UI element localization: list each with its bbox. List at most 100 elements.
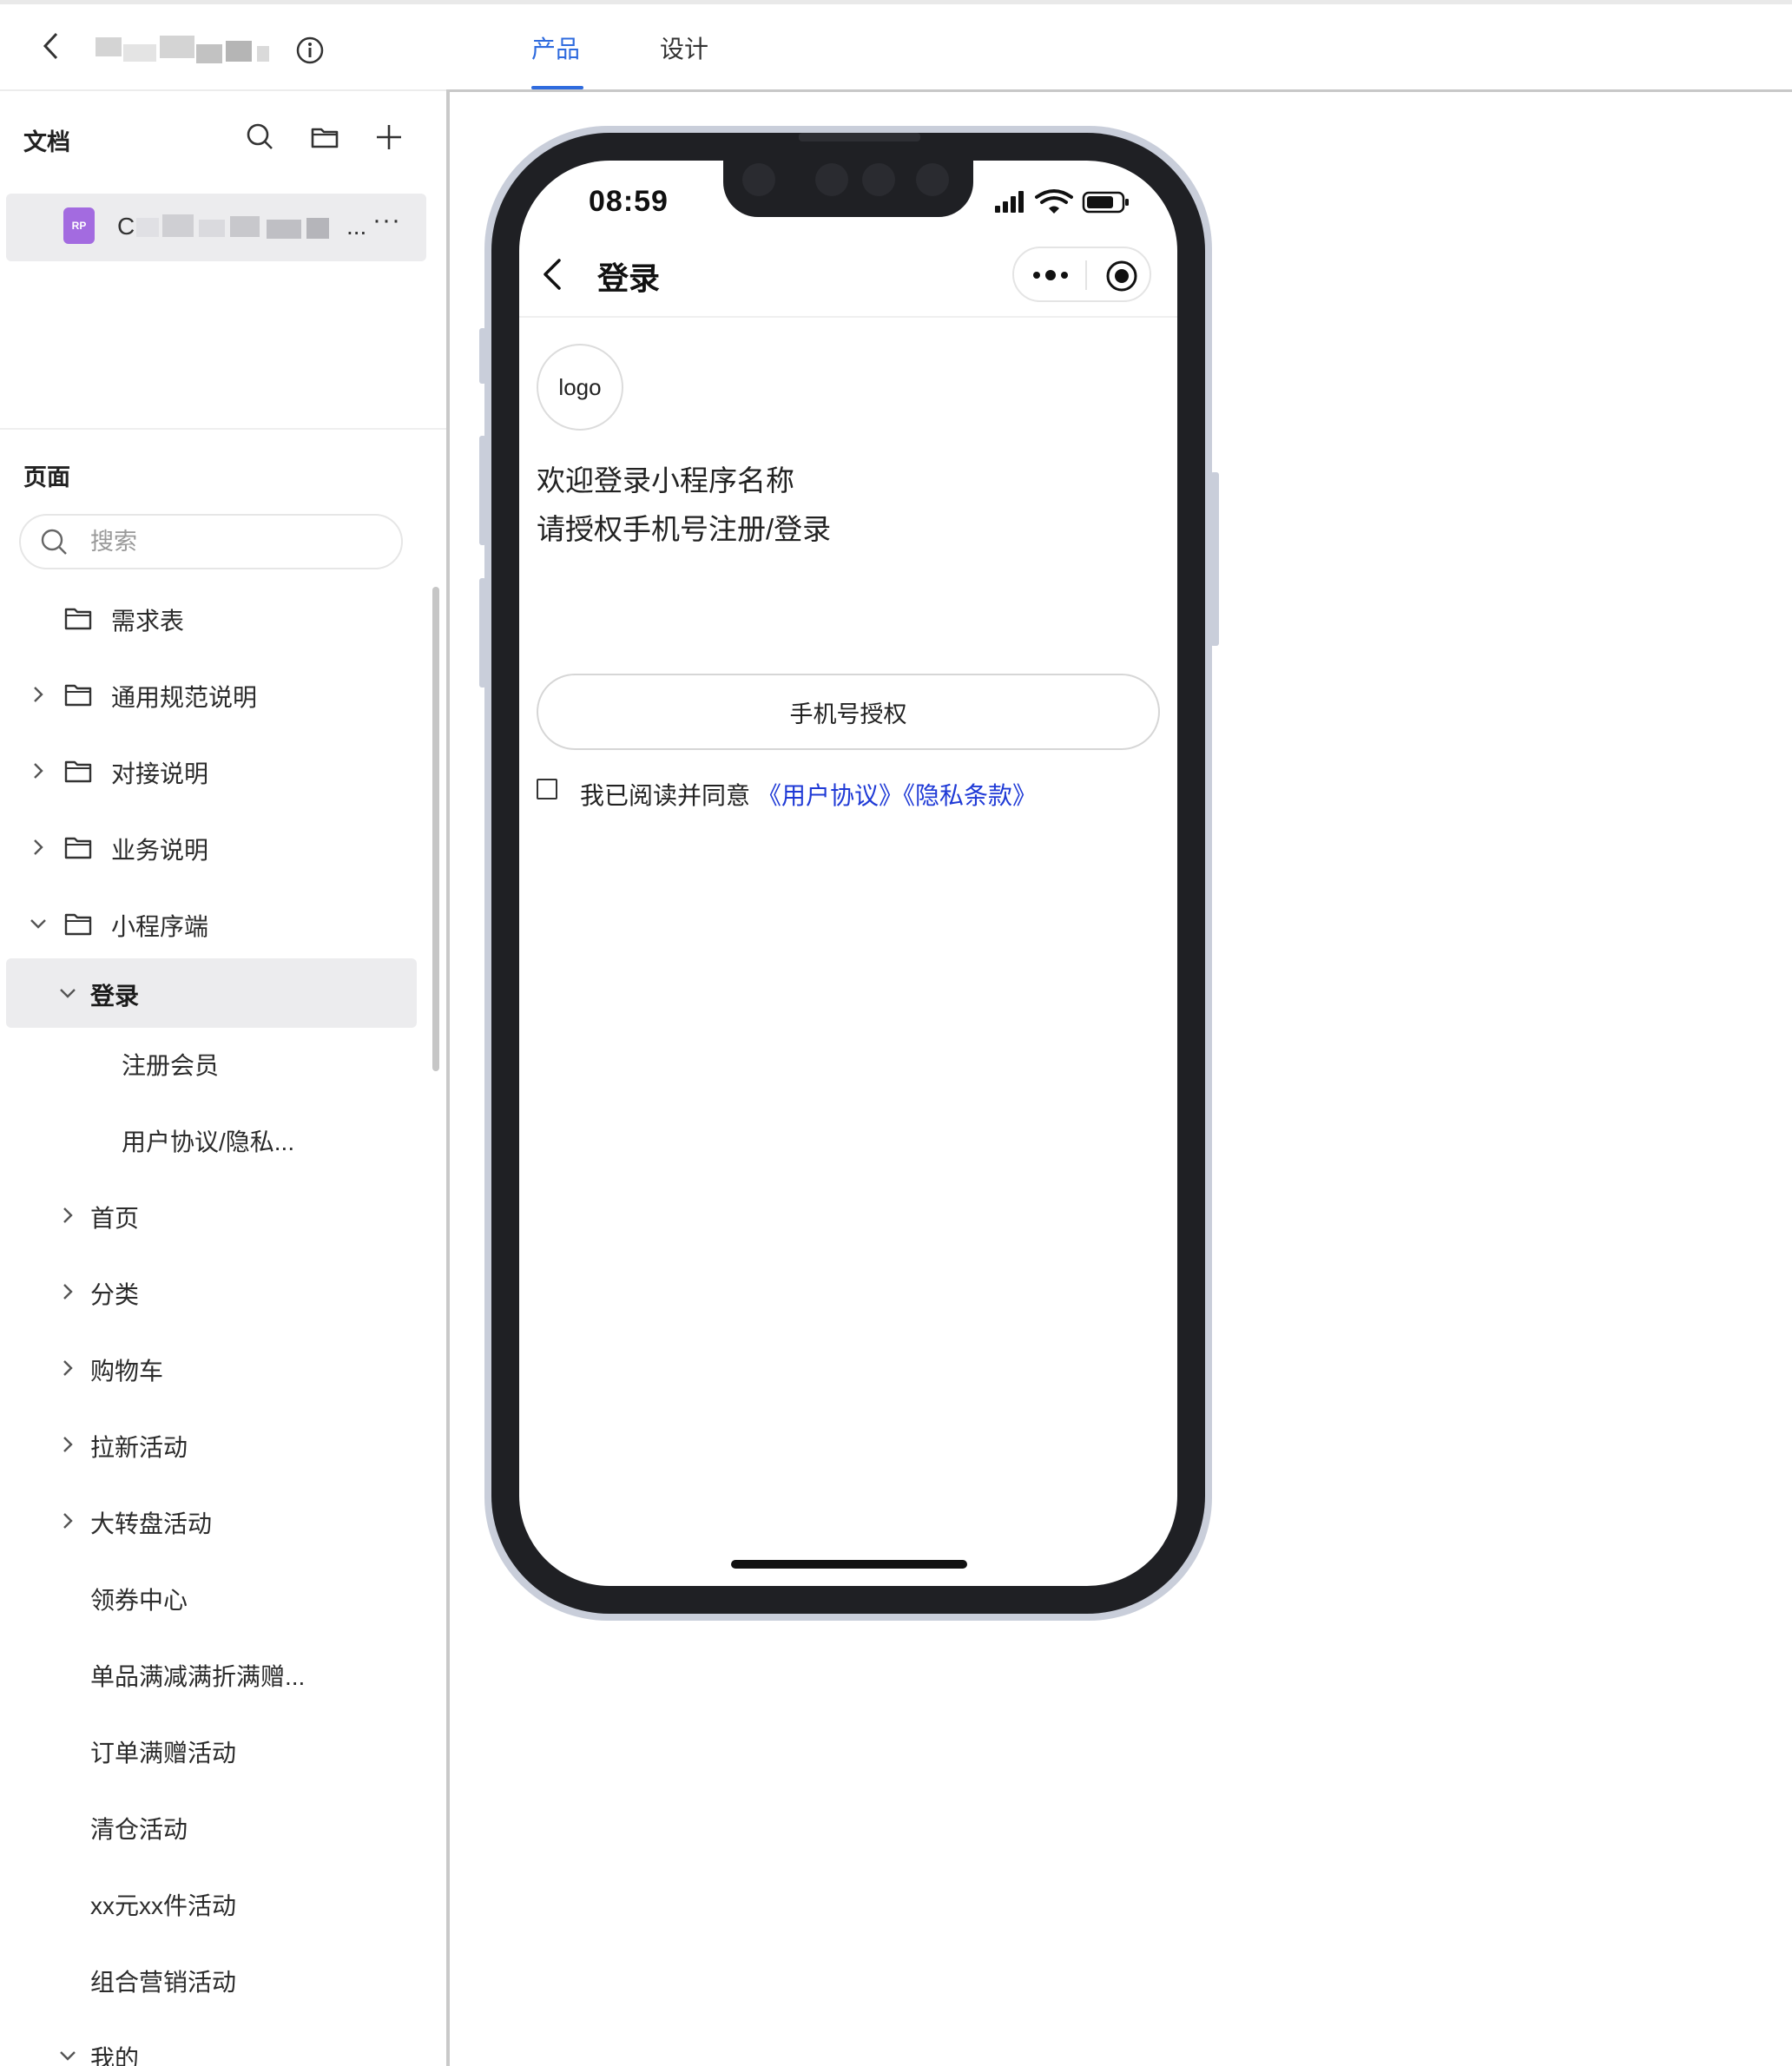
sidebar-resize-handle[interactable] bbox=[446, 89, 450, 2066]
tree-item[interactable]: 小程序端 bbox=[0, 889, 425, 958]
tree-item-label: 拉新活动 bbox=[90, 1434, 188, 1461]
phone-auth-button[interactable]: 手机号授权 bbox=[537, 674, 1160, 750]
logo-placeholder: logo bbox=[537, 344, 623, 431]
chevron-right-icon[interactable] bbox=[56, 1280, 80, 1304]
doc-item[interactable]: RP C ... ··· bbox=[6, 194, 426, 261]
rp-file-icon: RP bbox=[63, 207, 95, 244]
sidebar-scrollbar[interactable] bbox=[432, 587, 439, 1071]
tree-item-label: 登录 bbox=[90, 983, 140, 1010]
status-icons bbox=[993, 187, 1132, 218]
search-input[interactable] bbox=[90, 524, 385, 559]
tree-item[interactable]: 组合营销活动 bbox=[0, 1944, 425, 2014]
tree-item-label: 订单满赠活动 bbox=[90, 1740, 237, 1767]
plus-icon[interactable] bbox=[373, 122, 405, 153]
tree-item[interactable]: 订单满赠活动 bbox=[0, 1715, 425, 1785]
tree-item-label: 业务说明 bbox=[111, 837, 209, 864]
privacy-policy-link[interactable]: 《隐私条款》 bbox=[891, 777, 1037, 812]
tree-item-label: 需求表 bbox=[111, 608, 185, 635]
tree-item[interactable]: 我的 bbox=[0, 2021, 425, 2066]
chevron-left-icon bbox=[544, 259, 561, 290]
search-icon[interactable] bbox=[245, 122, 276, 153]
tree-item[interactable]: 业务说明 bbox=[0, 813, 425, 882]
folder-icon bbox=[63, 833, 93, 861]
tree-item-label: 注册会员 bbox=[122, 1052, 220, 1079]
tree-item-label: 首页 bbox=[90, 1205, 140, 1232]
tree-item[interactable]: 注册会员 bbox=[0, 1028, 425, 1097]
chevron-right-icon[interactable] bbox=[56, 1432, 80, 1457]
tree-item-label: 清仓活动 bbox=[90, 1816, 188, 1843]
project-title-blurred bbox=[96, 32, 269, 67]
tree-item[interactable]: 大转盘活动 bbox=[0, 1486, 425, 1556]
more-options-icon[interactable]: ··· bbox=[372, 206, 401, 235]
tree-item[interactable]: 通用规范说明 bbox=[0, 660, 425, 729]
chevron-right-icon[interactable] bbox=[26, 682, 50, 707]
capsule-divider bbox=[1085, 260, 1087, 290]
tab-product[interactable]: 产品 bbox=[531, 34, 580, 65]
miniapp-nav-title: 登录 bbox=[597, 260, 661, 296]
close-miniapp-icon[interactable] bbox=[1104, 259, 1139, 293]
signal-icon bbox=[995, 191, 1024, 213]
user-agreement-link[interactable]: 《用户协议》 bbox=[757, 777, 903, 812]
home-indicator bbox=[731, 1560, 967, 1569]
tree-item[interactable]: 购物车 bbox=[0, 1333, 425, 1403]
tree-item[interactable]: 单品满减满折满赠... bbox=[0, 1639, 425, 1708]
folder-icon[interactable] bbox=[309, 122, 340, 153]
phone-speaker-slot bbox=[799, 133, 920, 141]
tree-item[interactable]: 需求表 bbox=[0, 583, 425, 653]
tree-item-label: 单品满减满折满赠... bbox=[90, 1663, 306, 1690]
agreement-row: 我已阅读并同意 《用户协议》 《隐私条款》 bbox=[537, 775, 1160, 813]
tree-item-label: 我的 bbox=[90, 2045, 140, 2066]
more-dots-icon[interactable] bbox=[1031, 264, 1070, 286]
tree-item[interactable]: 首页 bbox=[0, 1181, 425, 1250]
sidebar-section-divider bbox=[0, 428, 446, 430]
agree-checkbox[interactable] bbox=[537, 779, 557, 799]
camera-icon bbox=[862, 163, 895, 196]
tree-item[interactable]: xx元xx件活动 bbox=[0, 1868, 425, 1938]
tree-item[interactable]: 登录 bbox=[6, 958, 417, 1028]
folder-icon bbox=[63, 681, 93, 708]
chevron-right-icon[interactable] bbox=[56, 1509, 80, 1533]
page-search[interactable] bbox=[19, 514, 403, 569]
tree-item-label: 组合营销活动 bbox=[90, 1969, 237, 1996]
docs-section-title: 文档 bbox=[23, 129, 70, 155]
chevron-down-icon[interactable] bbox=[56, 2043, 80, 2066]
tree-item-label: 通用规范说明 bbox=[111, 684, 258, 711]
doc-name-ellipsis: ... bbox=[346, 213, 367, 240]
welcome-line-2: 请授权手机号注册/登录 bbox=[537, 513, 832, 545]
tree-item-label: xx元xx件活动 bbox=[90, 1892, 237, 1919]
chevron-down-icon[interactable] bbox=[56, 981, 80, 1005]
tree-item[interactable]: 清仓活动 bbox=[0, 1792, 425, 1861]
chevron-right-icon[interactable] bbox=[26, 759, 50, 783]
canvas-top-border bbox=[446, 89, 1792, 92]
tree-item[interactable]: 用户协议/隐私... bbox=[0, 1104, 425, 1174]
folder-icon bbox=[63, 604, 93, 632]
miniapp-back-button[interactable] bbox=[537, 255, 568, 293]
folder-icon bbox=[63, 910, 93, 938]
doc-name-blurred bbox=[136, 214, 362, 239]
back-button[interactable] bbox=[35, 30, 66, 62]
wifi-icon bbox=[1035, 189, 1073, 214]
tree-item[interactable]: 拉新活动 bbox=[0, 1410, 425, 1479]
info-icon[interactable] bbox=[295, 36, 325, 65]
tree-item[interactable]: 领券中心 bbox=[0, 1563, 425, 1632]
chevron-right-icon[interactable] bbox=[56, 1356, 80, 1380]
tree-item-label: 分类 bbox=[90, 1281, 140, 1308]
battery-icon bbox=[1082, 191, 1129, 214]
tree-item-label: 用户协议/隐私... bbox=[122, 1128, 295, 1155]
phone-notch bbox=[723, 156, 973, 217]
camera-icon bbox=[916, 163, 949, 196]
chevron-right-icon[interactable] bbox=[26, 835, 50, 859]
tree-item[interactable]: 分类 bbox=[0, 1257, 425, 1326]
miniapp-capsule bbox=[1012, 247, 1151, 302]
doc-name-start: C bbox=[117, 213, 135, 240]
tree-item[interactable]: 对接说明 bbox=[0, 736, 425, 806]
chevron-down-icon[interactable] bbox=[26, 911, 50, 936]
camera-icon bbox=[742, 163, 775, 196]
tree-item-label: 领券中心 bbox=[90, 1587, 188, 1614]
chevron-right-icon[interactable] bbox=[56, 1203, 80, 1227]
tab-design[interactable]: 设计 bbox=[660, 34, 708, 65]
pages-section-title: 页面 bbox=[23, 464, 70, 490]
welcome-line-1: 欢迎登录小程序名称 bbox=[537, 464, 794, 497]
tree-item-label: 对接说明 bbox=[111, 760, 209, 787]
tree-item-label: 购物车 bbox=[90, 1358, 164, 1385]
